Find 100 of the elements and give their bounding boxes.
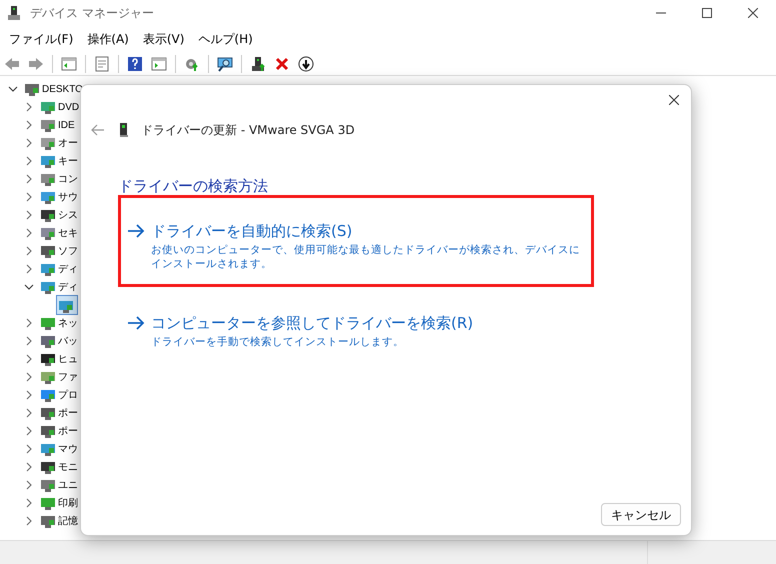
- device-icon: [40, 99, 56, 115]
- menu-item[interactable]: 操作(A): [80, 26, 136, 52]
- device-icon: [40, 369, 56, 385]
- tree-item[interactable]: マウ: [58, 442, 78, 456]
- device-icon: [40, 495, 56, 511]
- expand-chevron-icon[interactable]: [24, 426, 34, 436]
- device-icon: [40, 171, 56, 187]
- tree-item[interactable]: ファ: [58, 370, 78, 384]
- device-icon: [40, 387, 56, 403]
- tree-item[interactable]: ソフ: [58, 244, 78, 258]
- search-option[interactable]: ドライバーを自動的に検索(S) お使いのコンピューターで、使用可能な最も適したドライバーが検索され、デバイスにインストールされます。: [118, 195, 594, 287]
- delete-icon: [274, 56, 290, 72]
- device-icon: [40, 405, 56, 421]
- tree-item[interactable]: キー: [58, 154, 78, 168]
- tree-item[interactable]: ディ: [58, 262, 78, 276]
- back-icon: [4, 56, 20, 72]
- search-option[interactable]: コンピューターを参照してドライバーを検索(R) ドライバーを手動で検索してインストールします。: [118, 299, 594, 352]
- close-icon: [669, 95, 679, 105]
- expand-chevron-icon[interactable]: [24, 408, 34, 418]
- tree-item[interactable]: サウ: [58, 190, 78, 204]
- forward-icon: [28, 56, 44, 72]
- device-icon: [40, 135, 56, 151]
- device-icon: [40, 441, 56, 457]
- close-icon: [748, 8, 758, 18]
- app-icon: [6, 5, 22, 21]
- expand-chevron-icon[interactable]: [24, 372, 34, 382]
- expand-chevron-icon[interactable]: [24, 102, 34, 112]
- tree-item[interactable]: ヒュ: [58, 352, 78, 366]
- expand-chevron-icon[interactable]: [24, 138, 34, 148]
- tree-item[interactable]: モニ: [58, 460, 78, 474]
- expand-chevron-icon[interactable]: [24, 336, 34, 346]
- expand-chevron-icon[interactable]: [24, 156, 34, 166]
- expand-chevron-icon[interactable]: [24, 210, 34, 220]
- expand-chevron-icon[interactable]: [24, 498, 34, 508]
- expand-chevron-icon[interactable]: [24, 444, 34, 454]
- device-icon: [24, 81, 40, 97]
- expand-chevron-icon[interactable]: [24, 354, 34, 364]
- dialog-heading: ドライバーの検索方法: [118, 177, 269, 195]
- tree-item[interactable]: IDE: [58, 118, 75, 132]
- menu-item[interactable]: ファイル(F): [2, 26, 80, 52]
- device-icon: [40, 315, 56, 331]
- device-icon: [40, 189, 56, 205]
- device-icon: [40, 423, 56, 439]
- download-circle-icon: [298, 56, 314, 72]
- collapse-chevron-icon[interactable]: [8, 84, 18, 94]
- expand-chevron-icon[interactable]: [24, 390, 34, 400]
- expand-chevron-icon[interactable]: [24, 120, 34, 130]
- tree-item[interactable]: 印刷: [58, 496, 78, 510]
- device-icon: [40, 333, 56, 349]
- device-icon: [40, 459, 56, 475]
- tree-item[interactable]: シス: [58, 208, 78, 222]
- tree-item[interactable]: ポー: [58, 424, 78, 438]
- expand-chevron-icon[interactable]: [24, 480, 34, 490]
- panel-icon: [151, 56, 167, 72]
- collapse-chevron-icon[interactable]: [24, 282, 34, 292]
- help-icon: [127, 56, 143, 72]
- panel-icon: [61, 56, 77, 72]
- tree-item[interactable]: [56, 295, 78, 315]
- cancel-button[interactable]: キャンセル: [601, 503, 681, 526]
- device-icon: [40, 261, 56, 277]
- device-icon: [40, 117, 56, 133]
- device-icon: [40, 153, 56, 169]
- tree-item[interactable]: ディ: [58, 280, 78, 294]
- back-arrow-icon: [91, 124, 105, 136]
- window-title: デバイス マネージャー: [30, 5, 154, 22]
- tree-item[interactable]: ユニ: [58, 478, 78, 492]
- arrow-icon: [127, 224, 145, 238]
- tree-item[interactable]: オー: [58, 136, 78, 150]
- properties-icon: [94, 56, 110, 72]
- menu-item[interactable]: 表示(V): [136, 26, 192, 52]
- tree-item[interactable]: DESKTO: [42, 82, 83, 96]
- expand-chevron-icon[interactable]: [24, 516, 34, 526]
- maximize-icon: [702, 8, 712, 18]
- monitor-search-icon: [217, 56, 233, 72]
- device-icon: [40, 351, 56, 367]
- expand-chevron-icon[interactable]: [24, 264, 34, 274]
- tree-item[interactable]: ネッ: [58, 316, 78, 330]
- tree-item[interactable]: バッ: [58, 334, 78, 348]
- tree-item[interactable]: コン: [58, 172, 78, 186]
- device-icon: [40, 243, 56, 259]
- expand-chevron-icon[interactable]: [24, 318, 34, 328]
- tree-item[interactable]: ポー: [58, 406, 78, 420]
- device-icon: [40, 225, 56, 241]
- device-upload-icon: [250, 56, 266, 72]
- device-icon: [40, 513, 56, 529]
- tree-item[interactable]: DVD: [58, 100, 80, 114]
- device-icon: [40, 207, 56, 223]
- tree-item[interactable]: セキ: [58, 226, 78, 240]
- expand-chevron-icon[interactable]: [24, 246, 34, 256]
- menu-item[interactable]: ヘルプ(H): [191, 26, 260, 52]
- expand-chevron-icon[interactable]: [24, 192, 34, 202]
- dialog-title: ドライバーの更新 - VMware SVGA 3D: [141, 122, 355, 139]
- device-icon: [40, 477, 56, 493]
- device-icon: [40, 279, 56, 295]
- expand-chevron-icon[interactable]: [24, 228, 34, 238]
- expand-chevron-icon[interactable]: [24, 174, 34, 184]
- expand-chevron-icon[interactable]: [24, 462, 34, 472]
- tree-item[interactable]: 記憶: [58, 514, 78, 528]
- device-icon: [119, 122, 129, 138]
- tree-item[interactable]: プロ: [58, 388, 78, 402]
